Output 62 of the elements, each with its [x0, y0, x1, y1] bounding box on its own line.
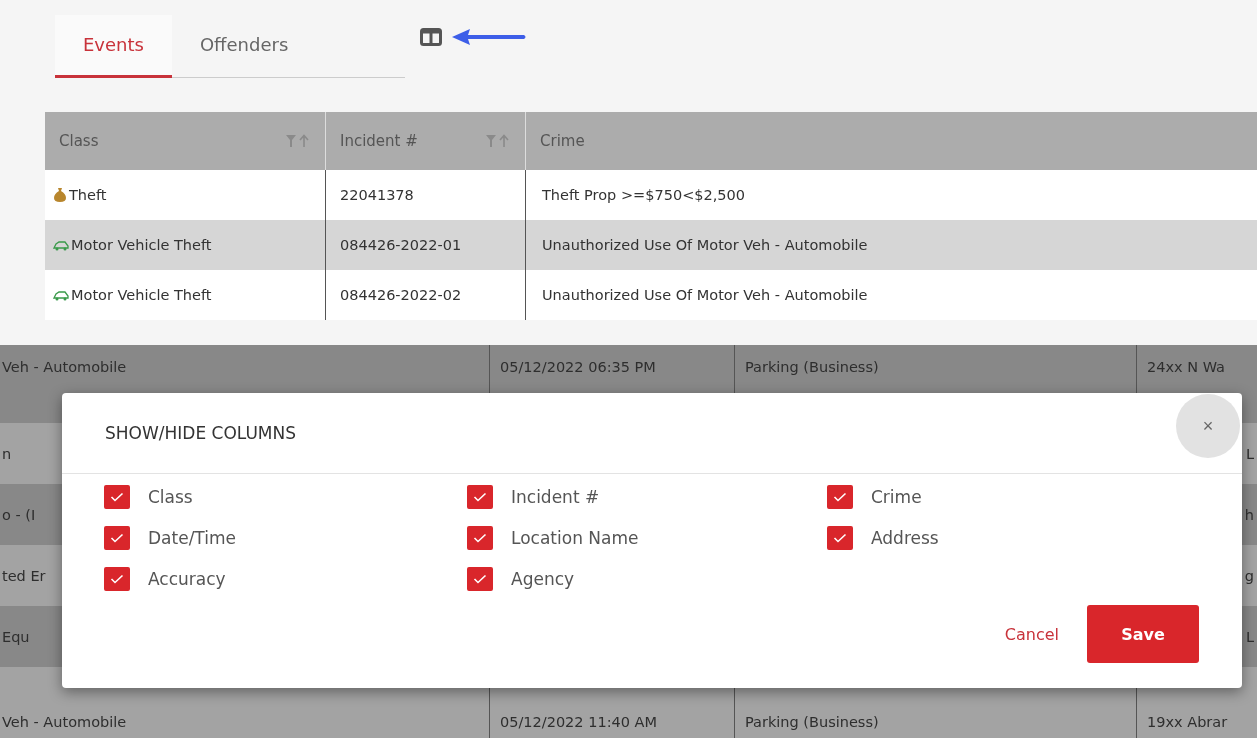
- checkbox[interactable]: [104, 566, 130, 591]
- checkmark-icon: [473, 573, 487, 584]
- checkbox-label: Class: [148, 486, 193, 507]
- table-cell: 05/12/2022 11:40 AM: [500, 714, 657, 730]
- table-cell: Equ: [2, 628, 30, 645]
- checkbox-label: Address: [871, 527, 939, 548]
- checkbox[interactable]: [104, 525, 130, 550]
- checkmark-icon: [473, 491, 487, 502]
- table-cell: 19xx Abrar: [1147, 714, 1228, 730]
- cancel-button[interactable]: Cancel: [998, 616, 1065, 652]
- table-cell: g: [1244, 567, 1254, 584]
- table-cell: Parking (Business): [745, 359, 879, 375]
- table-cell: L: [1245, 445, 1254, 462]
- checkmark-icon: [110, 491, 124, 502]
- tab[interactable]: Offenders: [171, 14, 317, 78]
- class-text: Motor Vehicle Theft: [71, 237, 212, 253]
- checkbox-label: Agency: [511, 568, 575, 589]
- checkbox-label: Incident #: [511, 486, 600, 507]
- table-cell: Parking (Business): [745, 714, 879, 730]
- checkmark-icon: [110, 532, 124, 543]
- car-icon: [53, 289, 69, 301]
- table-cell: n: [2, 445, 12, 462]
- checkbox[interactable]: [467, 566, 493, 591]
- arrow-annotation-icon: [450, 28, 528, 46]
- column-header[interactable]: Crime: [526, 112, 1257, 170]
- checkmark-icon: [473, 532, 487, 543]
- checkbox-label: Date/Time: [148, 527, 236, 548]
- table-cell: 24xx N Wa: [1147, 359, 1225, 375]
- checkmark-icon: [833, 532, 847, 543]
- checkbox[interactable]: [827, 484, 853, 509]
- crime-cell-text: Theft Prop >=$750<$2,500: [541, 186, 746, 205]
- column-label: Incident #: [340, 132, 418, 150]
- tab[interactable]: Events: [55, 14, 172, 78]
- table-cell: 05/12/2022 06:35 PM: [500, 359, 656, 375]
- class-text: Theft: [69, 187, 107, 203]
- columns-icon[interactable]: [420, 28, 442, 46]
- column-label: Class: [59, 132, 99, 150]
- crime-cell-text: Unauthorized Use Of Motor Veh - Automobile: [541, 286, 869, 305]
- table-cell: o - (I: [2, 506, 36, 523]
- table-cell: h: [1244, 506, 1254, 523]
- checkbox[interactable]: [467, 484, 493, 509]
- money-bag-icon: [53, 187, 67, 203]
- dialog-title: SHOW/HIDE COLUMNS: [105, 423, 297, 443]
- checkbox[interactable]: [104, 484, 130, 509]
- car-icon: [53, 239, 69, 251]
- crime-cell-text: Unauthorized Use Of Motor Veh - Automobile: [541, 236, 869, 255]
- close-button[interactable]: ×: [1176, 394, 1240, 458]
- checkbox-label: Crime: [871, 486, 922, 507]
- checkmark-icon: [833, 491, 847, 502]
- class-text: Motor Vehicle Theft: [71, 287, 212, 303]
- checkbox-label: Location Name: [511, 527, 639, 548]
- table-cell: ted Er: [2, 567, 46, 584]
- save-button[interactable]: Save: [1087, 605, 1199, 663]
- incident-cell: 084426-2022-02: [326, 270, 526, 320]
- checkbox[interactable]: [827, 525, 853, 550]
- table-cell: L: [1245, 628, 1254, 645]
- checkbox[interactable]: [467, 525, 493, 550]
- table-cell: Veh - Automobile: [2, 359, 127, 375]
- column-label: Crime: [540, 132, 585, 150]
- checkbox-label: Accuracy: [148, 568, 226, 589]
- table-cell: Veh - Automobile: [2, 714, 127, 730]
- checkmark-icon: [110, 573, 124, 584]
